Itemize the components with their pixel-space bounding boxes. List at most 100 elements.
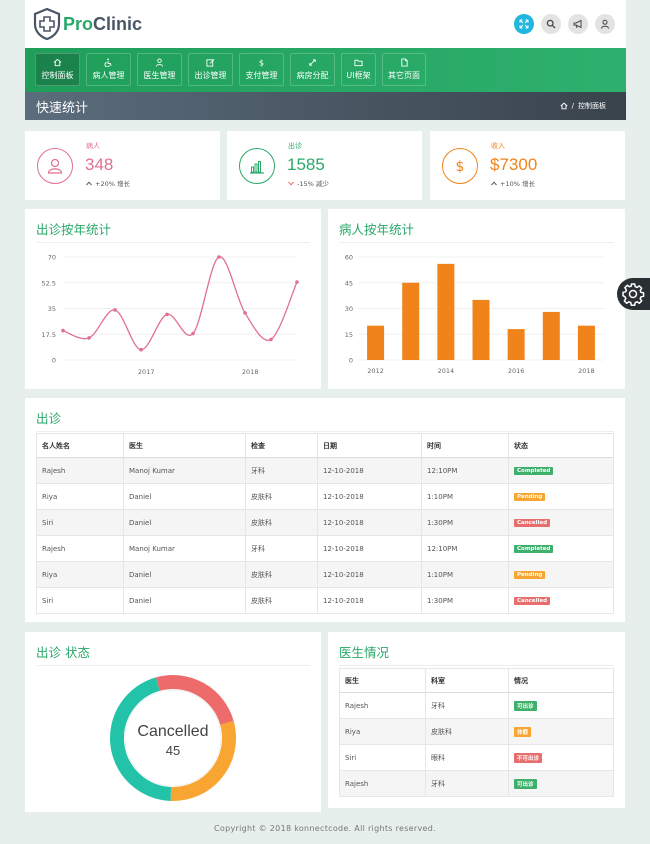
table-cell: 牙科 — [245, 457, 318, 484]
data-point[interactable] — [191, 331, 195, 336]
data-point[interactable] — [165, 312, 169, 317]
data-point[interactable] — [139, 347, 143, 352]
nav-item-payments[interactable]: $ 支付管理 — [239, 53, 284, 86]
fullscreen-button[interactable] — [514, 14, 534, 34]
svg-text:$: $ — [456, 159, 465, 175]
table-row[interactable]: Riya Daniel 皮肤科 12-10-2018 1:10PM Pending — [36, 483, 614, 510]
donut-slice-cancelled[interactable] — [155, 675, 234, 725]
nav-item-appointments[interactable]: 出诊管理 — [188, 53, 233, 86]
bar[interactable] — [472, 299, 490, 360]
table-row[interactable]: Rajesh Manoj Kumar 牙科 12-10-2018 12:10PM Comp… — [36, 535, 614, 562]
nav-item-ui[interactable]: UI框架 — [341, 53, 376, 86]
dollar-icon: $ — [259, 58, 264, 67]
column-header: 科室 — [425, 668, 509, 693]
status-badge: 休假 — [514, 726, 532, 737]
svg-text:$: $ — [259, 58, 264, 67]
data-point[interactable] — [295, 280, 299, 284]
status-badge: 不可出诊 — [514, 752, 543, 763]
data-point[interactable] — [113, 308, 117, 312]
table-row[interactable]: Siri 眼科 不可出诊 — [339, 744, 614, 771]
column-header: 医生 — [339, 668, 426, 693]
nav-item-other-pages[interactable]: 其它页面 — [382, 53, 426, 86]
table-cell: 皮肤科 — [245, 587, 318, 614]
table-cell: Siri — [36, 587, 124, 614]
table-cell: 12:10PM — [421, 457, 509, 484]
bar[interactable] — [437, 263, 455, 360]
y-tick-label: 52.5 — [42, 279, 56, 287]
data-point[interactable] — [61, 328, 65, 333]
status-cell: Pending — [508, 483, 614, 510]
notifications-button[interactable] — [568, 14, 588, 34]
table-cell: 12-10-2018 — [317, 509, 422, 536]
table-cell: Siri — [36, 509, 124, 536]
data-point[interactable] — [217, 255, 221, 259]
bar[interactable] — [542, 311, 560, 360]
column-header: 检查 — [245, 433, 318, 458]
user-icon — [47, 158, 63, 174]
bar[interactable] — [402, 282, 420, 360]
card-title: 医生情况 — [339, 645, 390, 660]
status-cell: Completed — [508, 535, 614, 562]
table-row[interactable]: Riya 皮肤科 休假 — [339, 718, 614, 745]
breadcrumb-current: 控制面板 — [578, 102, 606, 110]
table-cell: 皮肤科 — [245, 483, 318, 510]
table-cell: 12-10-2018 — [317, 483, 422, 510]
status-donut-chart: Cancelled 45 — [110, 675, 236, 801]
data-point[interactable] — [243, 311, 247, 315]
table-cell: Daniel — [123, 509, 246, 536]
stat-change: +20% 增长 — [86, 178, 130, 188]
settings-toggle-button[interactable] — [617, 278, 650, 310]
column-header: 情况 — [508, 668, 614, 693]
y-tick-label: 45 — [345, 279, 353, 287]
home-icon[interactable] — [560, 102, 568, 110]
brand-logo[interactable]: ProClinic — [63, 14, 142, 35]
data-point[interactable] — [269, 337, 273, 342]
donut-center-value: 45 — [166, 743, 180, 758]
nav-item-doctors[interactable]: 医生管理 — [137, 53, 182, 86]
table-cell: Rajesh — [36, 535, 124, 562]
table-cell: 1:30PM — [421, 509, 509, 536]
home-icon — [53, 58, 62, 67]
nav-item-dashboard[interactable]: 控制面板 — [35, 53, 80, 86]
table-row[interactable]: Rajesh Manoj Kumar 牙科 12-10-2018 12:10PM Comp… — [36, 457, 614, 484]
table-cell: 皮肤科 — [245, 561, 318, 588]
x-tick-label: 2012 — [367, 367, 384, 375]
y-tick-label: 17.5 — [42, 331, 56, 339]
folder-icon — [354, 59, 363, 67]
bar[interactable] — [367, 325, 385, 360]
bar[interactable] — [577, 325, 595, 360]
stat-card-appointments: 出诊 1585 -15% 减少 — [227, 131, 422, 200]
status-cell: 不可出诊 — [508, 744, 614, 771]
nav-item-wards[interactable]: 病房分配 — [290, 53, 335, 86]
y-tick-label: 30 — [345, 305, 353, 313]
fullscreen-icon — [519, 19, 529, 29]
y-tick-label: 0 — [349, 357, 353, 365]
stat-card-patients: 病人 348 +20% 增长 — [25, 131, 220, 200]
search-icon — [546, 19, 556, 29]
column-header: 日期 — [317, 433, 422, 458]
table-cell: 12-10-2018 — [317, 535, 422, 562]
table-cell: Siri — [339, 744, 426, 771]
doctor-icon — [155, 58, 164, 67]
user-profile-button[interactable] — [595, 14, 615, 34]
x-tick-label: 2014 — [438, 367, 455, 375]
bar[interactable] — [507, 329, 525, 360]
expand-icon — [309, 59, 316, 66]
table-row[interactable]: Rajesh 牙科 可出诊 — [339, 770, 614, 797]
stat-change: +10% 增长 — [491, 178, 535, 188]
status-badge: 可出诊 — [514, 778, 537, 789]
bar-chart-card: 病人按年统计 0 15 30 45 60 2012 2014 2016 2018 — [328, 209, 625, 389]
table-row[interactable]: Riya Daniel 皮肤科 12-10-2018 1:10PM Pending — [36, 561, 614, 588]
stat-value: 348 — [85, 155, 114, 174]
stat-value: $7300 — [490, 155, 538, 174]
data-point[interactable] — [87, 336, 91, 340]
table-row[interactable]: Siri Daniel 皮肤科 12-10-2018 1:30PM Cancelled — [36, 509, 614, 536]
search-button[interactable] — [541, 14, 561, 34]
column-header: 医生 — [123, 433, 246, 458]
nav-item-patients[interactable]: 病人管理 — [86, 53, 131, 86]
table-row[interactable]: Rajesh 牙科 可出诊 — [339, 692, 614, 719]
status-cell: 可出诊 — [508, 770, 614, 797]
table-row[interactable]: Siri Daniel 皮肤科 12-10-2018 1:30PM Cancelled — [36, 587, 614, 614]
y-tick-label: 35 — [48, 305, 56, 313]
table-cell: 12-10-2018 — [317, 587, 422, 614]
